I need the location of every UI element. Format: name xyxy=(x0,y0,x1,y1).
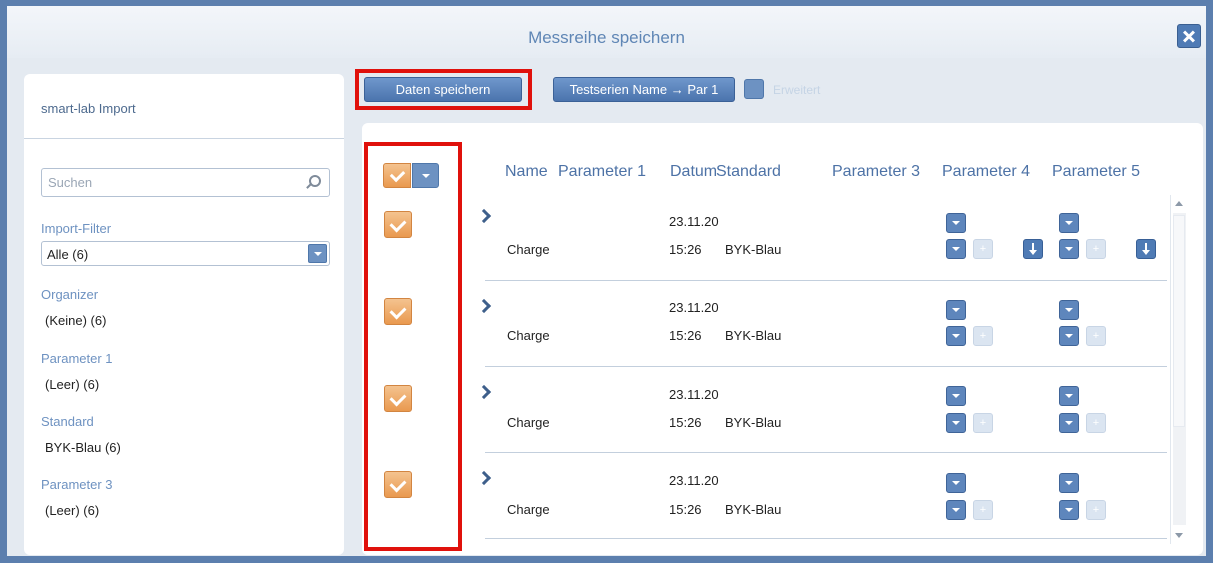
table-row[interactable]: 23.11.20 Charge 15:26 BYK-Blau + + xyxy=(362,195,1167,281)
param4-add-button[interactable]: + xyxy=(973,500,993,520)
row-date: 23.11.20 xyxy=(669,387,719,402)
row-name: Charge xyxy=(507,415,550,430)
row-time: 15:26 xyxy=(669,415,702,430)
vertical-scrollbar[interactable] xyxy=(1170,195,1187,544)
param5-add-button[interactable]: + xyxy=(1086,500,1106,520)
highlight-box-checkboxes xyxy=(364,142,462,551)
param5-dropdown-button[interactable] xyxy=(1059,300,1079,320)
search-icon[interactable] xyxy=(309,175,321,187)
param4-dropdown-button[interactable] xyxy=(946,239,966,259)
dialog-window: Messreihe speichern smart-lab Import Imp… xyxy=(0,0,1213,563)
filter-group-label-standard: Standard xyxy=(41,414,94,429)
param5-add-button[interactable]: + xyxy=(1086,326,1106,346)
table-row[interactable]: 23.11.20 Charge 15:26 BYK-Blau + + xyxy=(362,453,1167,539)
param4-download-icon[interactable] xyxy=(1023,239,1043,259)
sidebar-header: smart-lab Import xyxy=(41,101,136,116)
expand-chevron-icon[interactable] xyxy=(476,470,492,486)
column-header-parameter-3[interactable]: Parameter 3 xyxy=(832,163,920,181)
highlight-box-save xyxy=(355,69,532,110)
row-name: Charge xyxy=(507,242,550,257)
param5-dropdown-button[interactable] xyxy=(1059,473,1079,493)
divider xyxy=(24,138,344,139)
expand-chevron-icon[interactable] xyxy=(476,384,492,400)
data-table: Name Parameter 1 Datum Standard Paramete… xyxy=(362,123,1203,555)
row-time: 15:26 xyxy=(669,502,702,517)
extended-label: Erweitert xyxy=(773,83,821,97)
column-header-parameter-5[interactable]: Parameter 5 xyxy=(1052,163,1140,181)
param4-dropdown-button[interactable] xyxy=(946,300,966,320)
row-date: 23.11.20 xyxy=(669,214,719,229)
extended-checkbox[interactable] xyxy=(744,79,764,99)
row-name: Charge xyxy=(507,502,550,517)
param5-dropdown-button[interactable] xyxy=(1059,413,1079,433)
scroll-thumb[interactable] xyxy=(1173,215,1185,427)
title-bar: Messreihe speichern xyxy=(7,6,1206,58)
row-time: 15:26 xyxy=(669,242,702,257)
filter-group-label-parameter-1: Parameter 1 xyxy=(41,351,113,366)
row-standard: BYK-Blau xyxy=(725,415,782,430)
param4-dropdown-button[interactable] xyxy=(946,326,966,346)
import-filter-select[interactable]: Alle (6) xyxy=(41,241,330,266)
import-filter-value: Alle (6) xyxy=(47,247,89,262)
param5-dropdown-button[interactable] xyxy=(1059,386,1079,406)
row-name: Charge xyxy=(507,328,550,343)
param5-dropdown-button[interactable] xyxy=(1059,500,1079,520)
column-header-datum[interactable]: Datum xyxy=(670,163,717,181)
column-header-parameter-1[interactable]: Parameter 1 xyxy=(558,163,646,181)
column-header-name[interactable]: Name xyxy=(505,163,548,181)
param5-dropdown-button[interactable] xyxy=(1059,239,1079,259)
param4-add-button[interactable]: + xyxy=(973,413,993,433)
scroll-up-icon[interactable] xyxy=(1175,201,1183,206)
expand-chevron-icon[interactable] xyxy=(476,208,492,224)
expand-chevron-icon[interactable] xyxy=(476,298,492,314)
column-header-parameter-4[interactable]: Parameter 4 xyxy=(942,163,1030,181)
row-divider xyxy=(485,538,1167,539)
param5-add-button[interactable]: + xyxy=(1086,239,1106,259)
row-standard: BYK-Blau xyxy=(725,242,782,257)
param4-dropdown-button[interactable] xyxy=(946,386,966,406)
row-time: 15:26 xyxy=(669,328,702,343)
window-title: Messreihe speichern xyxy=(528,28,685,47)
param5-download-icon[interactable] xyxy=(1136,239,1156,259)
filter-group-label-organizer: Organizer xyxy=(41,287,99,302)
param4-dropdown-button[interactable] xyxy=(946,473,966,493)
import-filter-label: Import-Filter xyxy=(41,221,112,236)
chevron-down-icon[interactable] xyxy=(308,244,327,263)
sidebar: smart-lab Import Import-Filter Alle (6) … xyxy=(24,74,344,555)
row-standard: BYK-Blau xyxy=(725,328,782,343)
mapping-button[interactable]: Testserien Name → Par 1 xyxy=(553,77,735,102)
row-date: 23.11.20 xyxy=(669,300,719,315)
param4-add-button[interactable]: + xyxy=(973,239,993,259)
param5-dropdown-button[interactable] xyxy=(1059,213,1079,233)
filter-value-organizer[interactable]: (Keine) (6) xyxy=(45,313,106,328)
row-date: 23.11.20 xyxy=(669,473,719,488)
param4-dropdown-button[interactable] xyxy=(946,413,966,433)
param4-dropdown-button[interactable] xyxy=(946,500,966,520)
param5-dropdown-button[interactable] xyxy=(1059,326,1079,346)
table-row[interactable]: 23.11.20 Charge 15:26 BYK-Blau + + xyxy=(362,367,1167,453)
close-button[interactable] xyxy=(1177,24,1201,48)
param4-add-button[interactable]: + xyxy=(973,326,993,346)
scroll-down-icon[interactable] xyxy=(1175,533,1183,538)
filter-value-parameter-1[interactable]: (Leer) (6) xyxy=(45,377,99,392)
filter-value-standard[interactable]: BYK-Blau (6) xyxy=(45,440,121,455)
search-input[interactable] xyxy=(42,169,282,196)
param4-dropdown-button[interactable] xyxy=(946,213,966,233)
row-standard: BYK-Blau xyxy=(725,502,782,517)
table-row[interactable]: 23.11.20 Charge 15:26 BYK-Blau + + xyxy=(362,281,1167,367)
param5-add-button[interactable]: + xyxy=(1086,413,1106,433)
search-field[interactable] xyxy=(41,168,330,197)
filter-value-parameter-3[interactable]: (Leer) (6) xyxy=(45,503,99,518)
column-header-standard[interactable]: Standard xyxy=(716,163,781,181)
filter-group-label-parameter-3: Parameter 3 xyxy=(41,477,113,492)
